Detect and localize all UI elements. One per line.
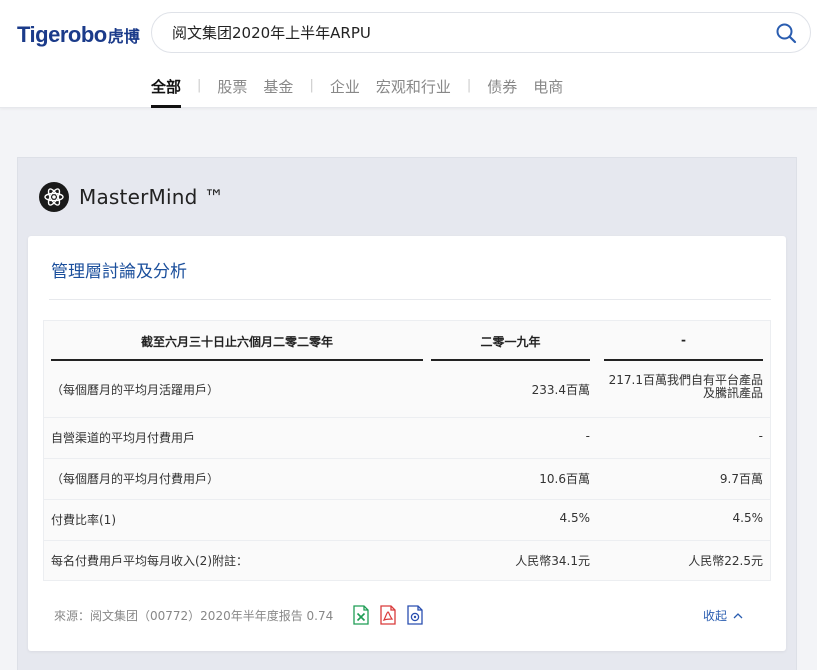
logo-text-en: Tigerobo	[17, 22, 107, 47]
search-icon[interactable]	[775, 22, 797, 44]
tab-all[interactable]: 全部	[151, 76, 182, 108]
row-value-2020: 4.5%	[559, 511, 591, 525]
row-value-2020: -	[585, 429, 590, 443]
mastermind-title: MasterMind ™	[79, 185, 225, 209]
tab-separator: |	[197, 78, 202, 93]
row-value-2019: -	[758, 429, 763, 443]
logo-text-cn: 虎博	[107, 27, 140, 46]
chevron-up-icon	[733, 613, 743, 619]
row-value-2019: 9.7百萬	[719, 472, 763, 486]
tab-separator: |	[309, 78, 314, 93]
collapse-button[interactable]: 收起	[703, 607, 743, 624]
top-header: Tigerobo 虎博 全部 | 股票 基金 | 企业 宏观和行业 | 债券 电…	[0, 0, 817, 108]
tigerobo-logo[interactable]: Tigerobo 虎博	[17, 21, 140, 49]
atom-icon	[39, 182, 69, 212]
table-row: 每名付費用戶平均每月收入(2)附註： 人民幣34.1元 人民幣22.5元	[44, 540, 770, 581]
tab-macro-industry[interactable]: 宏观和行业	[376, 76, 451, 108]
pdf-icon[interactable]	[379, 605, 397, 625]
header-underline	[604, 359, 763, 361]
mastermind-panel: MasterMind ™ 管理層討論及分析 截至六月三十日止六個月二零二零年 二…	[17, 157, 797, 670]
table-row: （每個曆月的平均月付費用戶） 10.6百萬 9.7百萬	[44, 458, 770, 499]
tab-funds[interactable]: 基金	[263, 76, 293, 108]
mastermind-header: MasterMind ™	[39, 182, 224, 212]
header-underline	[51, 359, 423, 361]
table-row: 付費比率(1) 4.5% 4.5%	[44, 499, 770, 540]
row-value-2019: 217.1百萬我們自有平台產品及騰訊產品	[608, 373, 763, 400]
source-citation[interactable]: 來源：阅文集团（00772）2020年半年度报告 0.74	[54, 607, 333, 624]
tab-companies[interactable]: 企业	[330, 76, 360, 108]
row-label: （每個曆月的平均月付費用戶）	[51, 472, 220, 486]
tab-stocks[interactable]: 股票	[217, 76, 247, 108]
row-label: （每個曆月的平均月活躍用戶）	[51, 383, 220, 397]
column-header: 截至六月三十日止六個月二零二零年	[140, 335, 333, 349]
header-underline	[431, 359, 590, 361]
tab-ecommerce[interactable]: 电商	[533, 76, 563, 108]
row-value-2019: 4.5%	[732, 511, 764, 525]
row-label: 付費比率(1)	[51, 513, 116, 527]
tab-bonds[interactable]: 债券	[487, 76, 517, 108]
row-label: 自營渠道的平均月付費用戶	[51, 431, 196, 445]
snapshot-icon[interactable]	[406, 605, 424, 625]
divider	[49, 299, 771, 300]
row-value-2020: 人民幣34.1元	[515, 554, 590, 568]
table-row: （每個曆月的平均月活躍用戶） 233.4百萬 217.1百萬我們自有平台產品及騰…	[44, 367, 770, 417]
column-header: -	[681, 333, 686, 347]
search-bar	[151, 12, 811, 53]
column-header: 二零一九年	[480, 335, 541, 349]
row-value-2019: 人民幣22.5元	[688, 554, 763, 568]
result-card: 管理層討論及分析 截至六月三十日止六個月二零二零年 二零一九年 - （每個曆月的…	[28, 236, 786, 651]
search-tabs: 全部 | 股票 基金 | 企业 宏观和行业 | 债券 电商	[151, 76, 579, 108]
excel-icon[interactable]	[352, 605, 370, 625]
collapse-label: 收起	[703, 609, 728, 623]
row-value-2020: 233.4百萬	[531, 383, 590, 397]
table-row: 自營渠道的平均月付費用戶 - -	[44, 417, 770, 458]
data-table: 截至六月三十日止六個月二零二零年 二零一九年 - （每個曆月的平均月活躍用戶） …	[43, 320, 771, 581]
row-label: 每名付費用戶平均每月收入(2)附註：	[51, 554, 248, 568]
tab-separator: |	[466, 78, 472, 93]
row-value-2020: 10.6百萬	[539, 472, 590, 486]
search-input[interactable]	[172, 23, 752, 42]
card-title[interactable]: 管理層討論及分析	[51, 257, 187, 282]
